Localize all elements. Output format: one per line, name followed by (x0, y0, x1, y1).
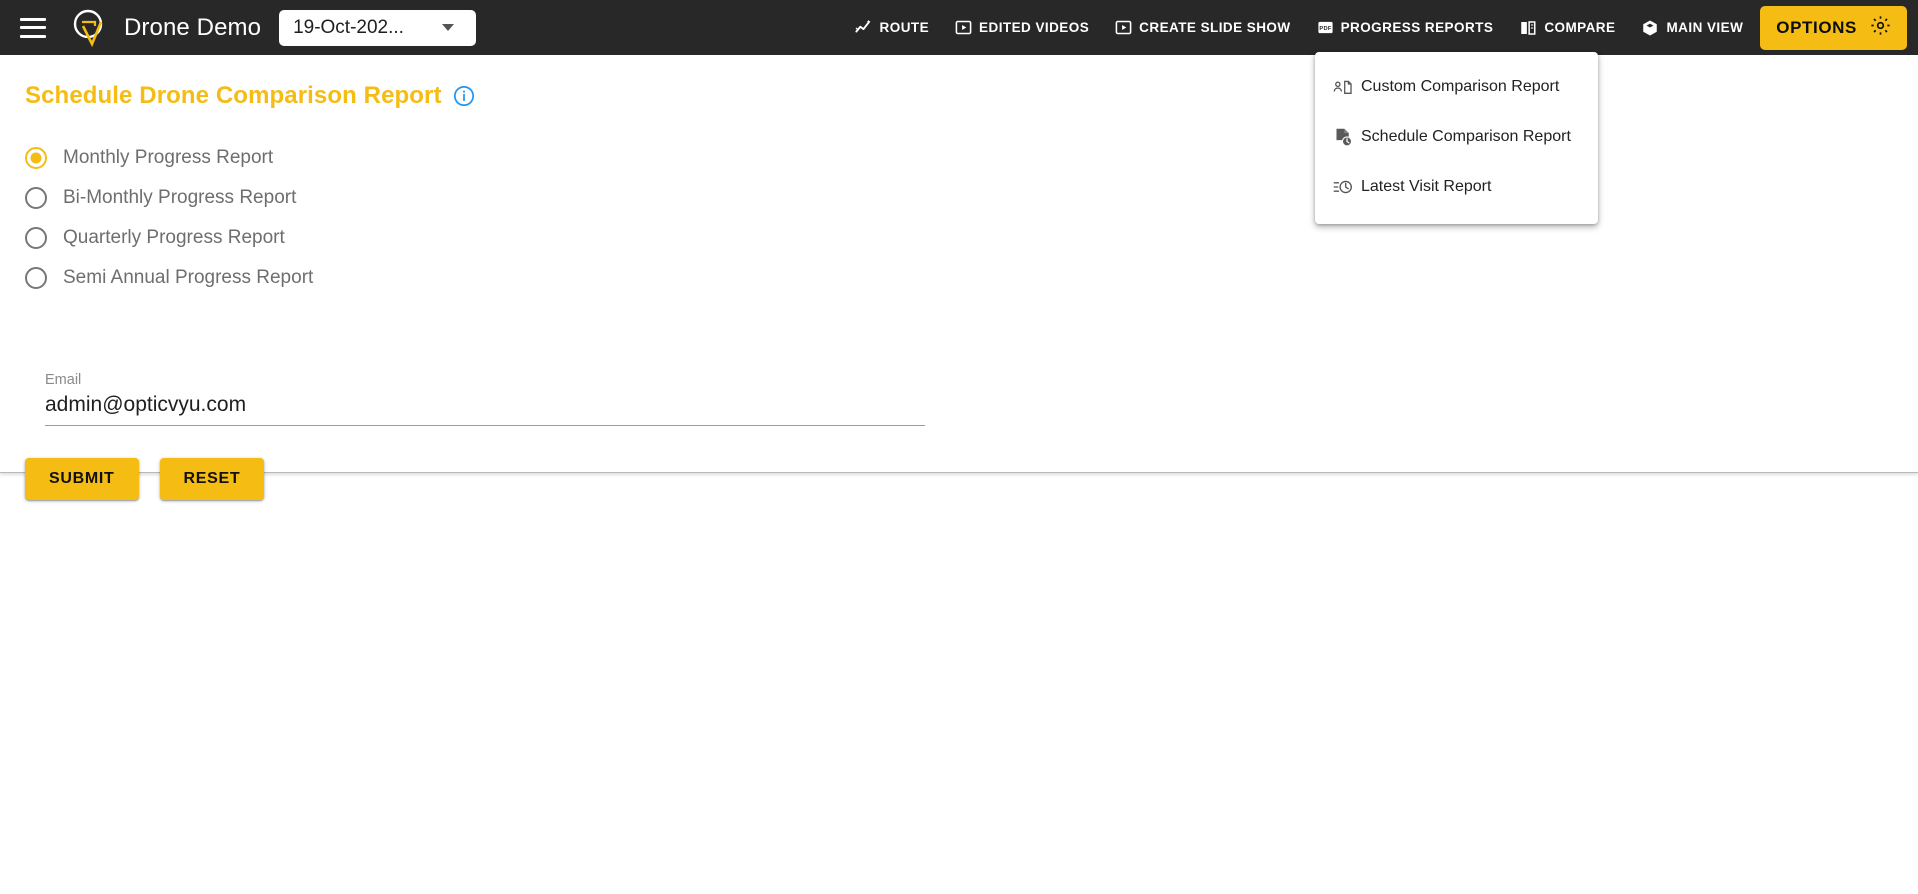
app-title: Drone Demo (124, 13, 262, 41)
radio-bi-monthly-progress-report[interactable]: Bi-Monthly Progress Report (25, 178, 313, 218)
play-box-icon (1115, 19, 1132, 36)
radio-quarterly-progress-report[interactable]: Quarterly Progress Report (25, 218, 313, 258)
form-buttons: SUBMIT RESET (25, 458, 265, 500)
nav-item-label: MAIN VIEW (1666, 20, 1744, 35)
menu-item-schedule-comparison-report[interactable]: Schedule Comparison Report (1315, 112, 1598, 162)
document-clock-icon (1333, 126, 1359, 148)
pdf-icon: PDF (1317, 19, 1334, 36)
info-circle-icon[interactable] (453, 85, 475, 107)
nav-item-label: ROUTE (879, 20, 930, 35)
email-field[interactable] (45, 393, 925, 426)
hamburger-bar (20, 34, 46, 38)
opticvyu-logo[interactable] (68, 6, 112, 50)
radio-label: Bi-Monthly Progress Report (63, 187, 297, 208)
radio-semi-annual-progress-report[interactable]: Semi Annual Progress Report (25, 258, 313, 298)
menu-item-latest-visit-report[interactable]: Latest Visit Report (1315, 162, 1598, 212)
menu-item-label: Custom Comparison Report (1361, 78, 1560, 95)
nav-items: ROUTE EDITED VIDEOS CREATE SLIDE SHOW PD… (841, 0, 1918, 55)
page-title: Schedule Drone Comparison Report (25, 82, 475, 110)
nav-item-edited-videos[interactable]: EDITED VIDEOS (942, 0, 1102, 55)
hamburger-bar (20, 26, 46, 29)
list-clock-icon (1333, 176, 1359, 198)
radio-dot (25, 187, 47, 209)
play-box-icon (955, 19, 972, 36)
email-field-wrapper: Email (45, 372, 925, 426)
menu-item-custom-comparison-report[interactable]: Custom Comparison Report (1315, 62, 1598, 112)
nav-item-label: COMPARE (1544, 20, 1616, 35)
radio-monthly-progress-report[interactable]: Monthly Progress Report (25, 138, 313, 178)
menu-item-label: Latest Visit Report (1361, 178, 1492, 195)
menu-item-label: Schedule Comparison Report (1361, 128, 1571, 145)
options-button[interactable]: OPTIONS (1760, 5, 1907, 50)
cube-icon (1641, 19, 1659, 37)
chevron-down-icon (442, 24, 455, 31)
submit-button[interactable]: SUBMIT (25, 458, 139, 500)
nav-item-create-slide-show[interactable]: CREATE SLIDE SHOW (1102, 0, 1303, 55)
email-field-label: Email (45, 372, 82, 388)
main-content-panel: Schedule Drone Comparison Report Monthly… (0, 55, 1918, 500)
gear-icon (1870, 15, 1891, 41)
radio-label: Monthly Progress Report (63, 147, 274, 168)
options-label: OPTIONS (1776, 17, 1857, 37)
route-sparkle-icon (854, 18, 873, 37)
report-frequency-radio-group: Monthly Progress Report Bi-Monthly Progr… (25, 138, 313, 298)
top-bar: Drone Demo 19-Oct-202... ROUTE EDITED VI… (0, 0, 1918, 55)
radio-dot (25, 267, 47, 289)
date-select[interactable]: 19-Oct-202... (279, 9, 477, 46)
compare-split-icon (1519, 19, 1537, 37)
progress-reports-dropdown: Custom Comparison Report Schedule Compar… (1315, 52, 1598, 224)
radio-dot (25, 227, 47, 249)
nav-item-label: CREATE SLIDE SHOW (1139, 20, 1291, 35)
radio-label: Semi Annual Progress Report (63, 267, 314, 288)
nav-item-label: EDITED VIDEOS (979, 20, 1090, 35)
page-title-text: Schedule Drone Comparison Report (25, 82, 442, 109)
reset-button[interactable]: RESET (159, 458, 265, 500)
hamburger-icon[interactable] (20, 17, 46, 38)
nav-item-compare[interactable]: COMPARE (1506, 0, 1628, 55)
hamburger-bar (20, 17, 46, 21)
svg-text:PDF: PDF (1319, 26, 1331, 32)
date-select-value: 19-Oct-202... (293, 16, 404, 38)
nav-item-progress-reports[interactable]: PDF PROGRESS REPORTS (1304, 0, 1507, 55)
nav-item-route[interactable]: ROUTE (841, 0, 943, 55)
radio-label: Quarterly Progress Report (63, 227, 285, 248)
nav-item-main-view[interactable]: MAIN VIEW (1628, 0, 1756, 55)
nav-item-label: PROGRESS REPORTS (1340, 20, 1494, 35)
radio-dot (25, 147, 47, 169)
person-document-icon (1333, 76, 1359, 98)
